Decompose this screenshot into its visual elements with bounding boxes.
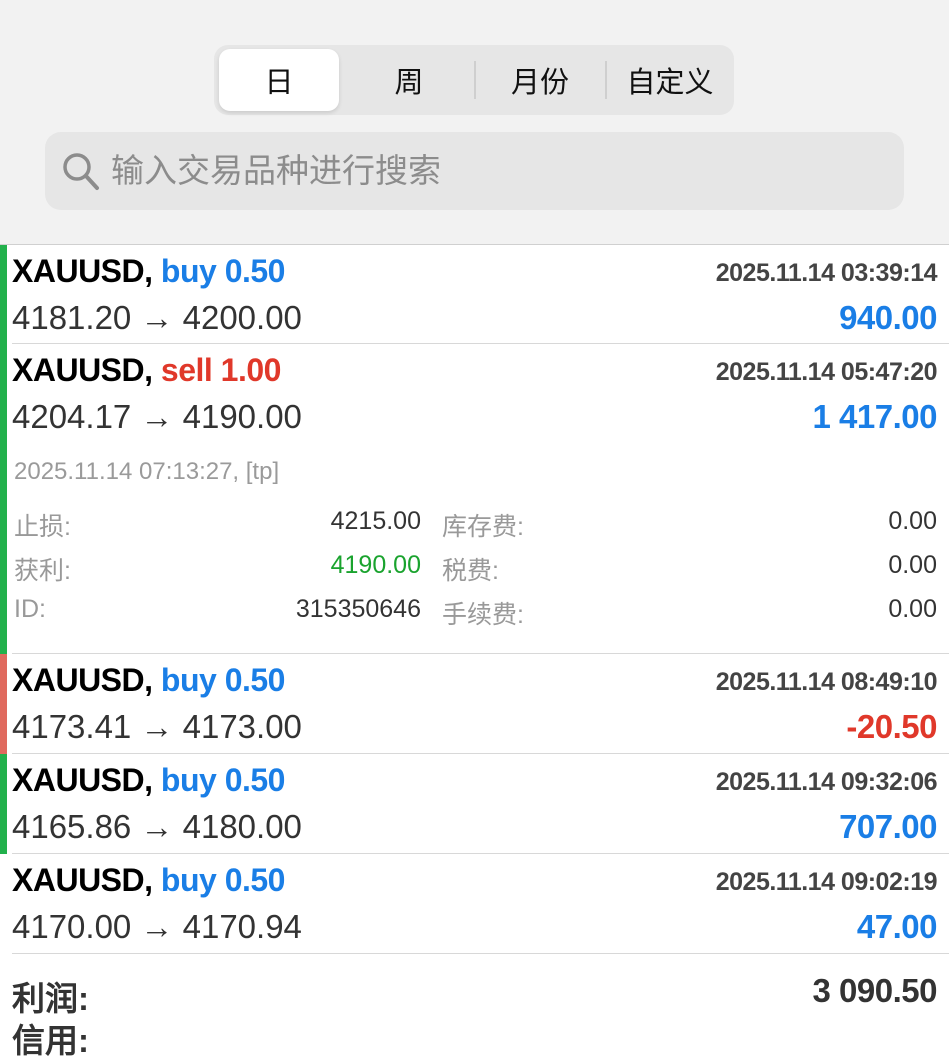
id-value: 315350646 <box>295 595 421 623</box>
trade-row[interactable]: XAUUSD, buy 0.50 2025.11.14 03:39:14 418… <box>0 245 949 344</box>
commission-label: 手续费: <box>442 601 524 629</box>
trade-side: buy 0.50 <box>160 762 286 798</box>
trade-side: buy 0.50 <box>160 253 286 289</box>
trade-row[interactable]: XAUUSD, buy 0.50 2025.11.14 09:32:06 416… <box>0 754 949 854</box>
swap-label: 库存费: <box>442 513 524 541</box>
tab-custom[interactable]: 自定义 <box>607 49 733 111</box>
trade-title: XAUUSD, sell 1.00 <box>12 352 281 389</box>
trade-row[interactable]: XAUUSD, buy 0.50 2025.11.14 08:49:10 417… <box>0 654 949 754</box>
trade-title: XAUUSD, buy 0.50 <box>12 253 285 290</box>
total-profit-label: 利润: <box>12 980 89 1017</box>
id-label: ID: <box>14 595 46 623</box>
trade-time: 2025.11.14 08:49:10 <box>715 668 938 696</box>
close-time: 2025.11.14 07:13:27, [tp] <box>14 458 280 485</box>
swap-value: 0.00 <box>888 507 937 535</box>
row-separator <box>12 953 949 954</box>
take-profit-value: 4190.00 <box>330 551 421 579</box>
trade-title: XAUUSD, buy 0.50 <box>12 762 285 799</box>
tab-month[interactable]: 月份 <box>476 49 604 111</box>
trade-symbol: XAUUSD, <box>12 253 153 289</box>
trade-row[interactable]: XAUUSD, buy 0.50 2025.11.14 09:02:19 417… <box>0 854 949 954</box>
trade-prices: 4173.41 → 4173.00 <box>12 708 302 745</box>
stop-loss-value: 4215.00 <box>330 507 421 535</box>
trade-side: sell 1.00 <box>160 352 282 388</box>
trade-symbol: XAUUSD, <box>12 352 153 388</box>
trade-profit: 707.00 <box>839 808 937 845</box>
search-icon <box>63 153 99 190</box>
trade-time: 2025.11.14 05:47:20 <box>715 358 938 386</box>
trade-title: XAUUSD, buy 0.50 <box>12 862 285 899</box>
tax-label: 税费: <box>442 557 499 585</box>
trade-profit: -20.50 <box>846 708 937 745</box>
trade-time: 2025.11.14 09:02:19 <box>715 868 938 896</box>
trade-symbol: XAUUSD, <box>12 762 153 798</box>
profit-indicator-bar <box>0 344 7 654</box>
trade-prices: 4181.20 → 4200.00 <box>12 299 302 336</box>
trade-profit: 940.00 <box>839 299 937 336</box>
trade-side: buy 0.50 <box>160 662 286 698</box>
trade-profit: 47.00 <box>856 908 938 945</box>
trade-symbol: XAUUSD, <box>12 862 153 898</box>
period-segmented-control: 日 周 月份 自定义 <box>214 45 734 115</box>
trade-row-expanded[interactable]: XAUUSD, sell 1.00 2025.11.14 05:47:20 42… <box>0 344 949 654</box>
tab-day[interactable]: 日 <box>219 49 339 111</box>
trade-prices: 4165.86 → 4180.00 <box>12 808 302 845</box>
take-profit-label: 获利: <box>14 557 71 585</box>
search-bar[interactable] <box>45 132 904 210</box>
credit-label: 信用: <box>12 1022 89 1059</box>
trade-prices: 4170.00 → 4170.94 <box>12 908 302 945</box>
profit-indicator-bar <box>0 245 7 344</box>
loss-indicator-bar <box>0 654 7 754</box>
trade-time: 2025.11.14 09:32:06 <box>715 768 938 796</box>
trade-title: XAUUSD, buy 0.50 <box>12 662 285 699</box>
trade-symbol: XAUUSD, <box>12 662 153 698</box>
tab-week[interactable]: 周 <box>344 49 474 111</box>
search-input[interactable] <box>111 132 891 210</box>
commission-value: 0.00 <box>888 595 937 623</box>
stop-loss-label: 止损: <box>14 513 71 541</box>
trade-profit: 1 417.00 <box>812 398 938 435</box>
tax-value: 0.00 <box>888 551 937 579</box>
trade-prices: 4204.17 → 4190.00 <box>12 398 302 435</box>
total-profit-value: 3 090.50 <box>812 972 938 1009</box>
trade-side: buy 0.50 <box>160 862 286 898</box>
header-area: 日 周 月份 自定义 <box>0 0 949 244</box>
profit-indicator-bar <box>0 754 7 854</box>
trade-time: 2025.11.14 03:39:14 <box>715 259 938 287</box>
